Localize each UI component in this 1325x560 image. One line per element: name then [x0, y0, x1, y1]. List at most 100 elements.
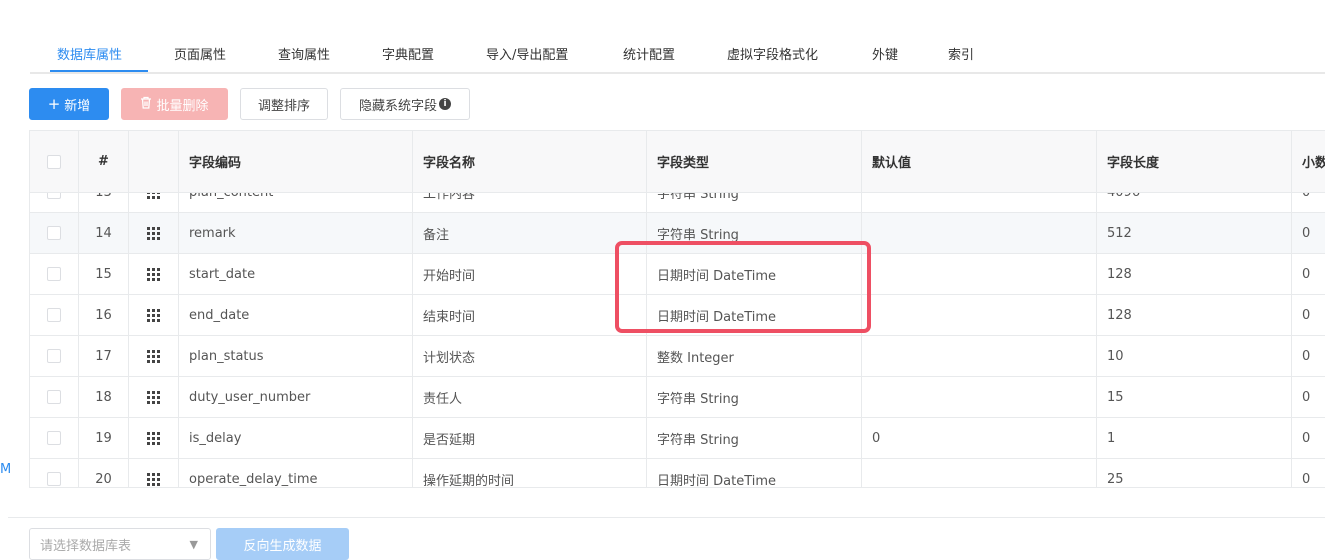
field-name: 结束时间 [413, 295, 647, 335]
field-type: 日期时间 DateTime [647, 459, 862, 487]
header-field-name: 字段名称 [413, 131, 647, 192]
default-value [862, 192, 1097, 212]
table-row[interactable]: 18 duty_user_number 责任人 字符串 String 15 0 [30, 377, 1325, 418]
tab-indexes[interactable]: 索引 [948, 44, 974, 63]
default-value [862, 213, 1097, 253]
header-field-code: 字段编码 [179, 131, 413, 192]
hide-system-fields-button[interactable]: 隐藏系统字段 i [340, 88, 470, 120]
default-value [862, 459, 1097, 487]
field-name: 操作延期的时间 [413, 459, 647, 487]
row-checkbox[interactable] [47, 226, 61, 240]
table-row[interactable]: 19 is_delay 是否延期 字符串 String 0 1 0 [30, 418, 1325, 459]
tab-foreign-keys[interactable]: 外键 [872, 44, 898, 63]
plus-icon: + [47, 95, 61, 113]
drag-handle-icon[interactable] [147, 431, 160, 445]
row-index: 16 [79, 295, 129, 335]
drag-handle-icon[interactable] [147, 472, 160, 486]
row-checkbox[interactable] [47, 308, 61, 322]
row-select-cell [30, 192, 79, 212]
row-checkbox[interactable] [47, 390, 61, 404]
header-field-length: 字段长度 [1097, 131, 1292, 192]
field-length: 4096 [1097, 192, 1292, 212]
row-checkbox[interactable] [47, 267, 61, 281]
row-select-cell [30, 213, 79, 253]
table-row[interactable]: 20 operate_delay_time 操作延期的时间 日期时间 DateTime… [30, 459, 1325, 487]
trash-icon [140, 95, 152, 113]
batch-delete-button[interactable]: 批量删除 [121, 88, 228, 120]
drag-cell [129, 377, 179, 417]
row-select-cell [30, 254, 79, 294]
row-checkbox[interactable] [47, 192, 61, 199]
select-all-checkbox[interactable] [47, 154, 61, 169]
drag-cell [129, 418, 179, 458]
row-checkbox[interactable] [47, 472, 61, 486]
batch-delete-label: 批量删除 [156, 98, 209, 114]
database-table-select[interactable]: 请选择数据库表 ▼ [29, 528, 211, 560]
reverse-generate-button[interactable]: 反向生成数据 [216, 528, 349, 560]
adjust-sort-button[interactable]: 调整排序 [240, 88, 328, 120]
row-checkbox[interactable] [47, 431, 61, 445]
field-length: 10 [1097, 336, 1292, 376]
drag-handle-icon[interactable] [147, 349, 160, 363]
field-code: is_delay [179, 418, 413, 458]
field-length: 128 [1097, 295, 1292, 335]
drag-handle-icon[interactable] [147, 390, 160, 404]
field-type: 整数 Integer [647, 336, 862, 376]
field-type: 日期时间 DateTime [647, 295, 862, 335]
table-row[interactable]: 15 start_date 开始时间 日期时间 DateTime 128 0 [30, 254, 1325, 295]
drag-handle-icon[interactable] [147, 226, 160, 240]
tab-page-properties[interactable]: 页面属性 [174, 44, 226, 63]
add-button-label: 新增 [64, 98, 91, 114]
drag-cell [129, 459, 179, 487]
table-row[interactable]: 16 end_date 结束时间 日期时间 DateTime 128 0 [30, 295, 1325, 336]
chevron-down-icon: ▼ [189, 538, 198, 551]
tab-dictionary-config[interactable]: 字典配置 [382, 44, 434, 63]
tab-virtual-field-format[interactable]: 虚拟字段格式化 [727, 44, 818, 63]
default-value [862, 295, 1097, 335]
field-code: operate_delay_time [179, 459, 413, 487]
field-type: 字符串 String [647, 213, 862, 253]
drag-cell [129, 295, 179, 335]
tab-database-properties[interactable]: 数据库属性 [57, 44, 122, 63]
drag-handle-icon[interactable] [147, 308, 160, 322]
default-value [862, 254, 1097, 294]
drag-cell [129, 336, 179, 376]
row-select-cell [30, 377, 79, 417]
drag-cell [129, 254, 179, 294]
header-select-all [30, 131, 79, 192]
field-name: 工作内容 [413, 192, 647, 212]
field-length: 1 [1097, 418, 1292, 458]
field-name: 是否延期 [413, 418, 647, 458]
field-length: 25 [1097, 459, 1292, 487]
add-button[interactable]: + 新增 [29, 88, 109, 120]
decimal-places: 0 [1302, 430, 1311, 446]
tab-statistics-config[interactable]: 统计配置 [623, 44, 675, 63]
row-index: 14 [79, 213, 129, 253]
field-name: 开始时间 [413, 254, 647, 294]
info-icon: i [439, 98, 451, 110]
field-type: 字符串 String [647, 192, 862, 212]
field-code: remark [179, 213, 413, 253]
row-select-cell [30, 295, 79, 335]
header-drag [129, 131, 179, 192]
drag-handle-icon[interactable] [147, 267, 160, 281]
divider [8, 517, 1325, 518]
cut-off-text: M [0, 462, 12, 477]
default-value [862, 336, 1097, 376]
table-row[interactable]: 14 remark 备注 字符串 String 512 0 [30, 213, 1325, 254]
row-select-cell [30, 459, 79, 487]
row-index: 18 [79, 377, 129, 417]
field-type: 日期时间 DateTime [647, 254, 862, 294]
row-checkbox[interactable] [47, 349, 61, 363]
active-tab-indicator [50, 70, 148, 72]
table-row[interactable]: 13 plan_content 工作内容 字符串 String 4096 0 [30, 192, 1325, 213]
field-code: plan_content [179, 192, 413, 212]
row-select-cell [30, 336, 79, 376]
tab-query-properties[interactable]: 查询属性 [278, 44, 330, 63]
decimal-places: 0 [1302, 266, 1311, 282]
tab-import-export-config[interactable]: 导入/导出配置 [486, 44, 568, 63]
row-index: 19 [79, 418, 129, 458]
table-body: 13 plan_content 工作内容 字符串 String 4096 0 14 remar… [30, 192, 1325, 487]
table-row[interactable]: 17 plan_status 计划状态 整数 Integer 10 0 [30, 336, 1325, 377]
fields-table: # 字段编码 字段名称 字段类型 默认值 字段长度 小数 13 plan_cont… [29, 130, 1325, 488]
